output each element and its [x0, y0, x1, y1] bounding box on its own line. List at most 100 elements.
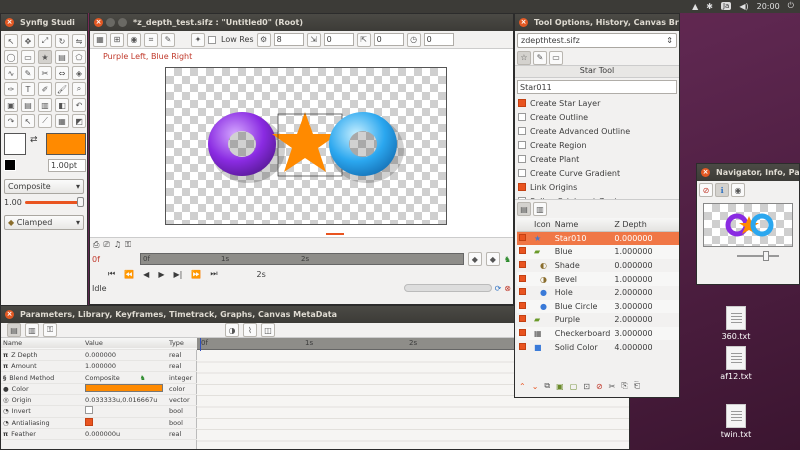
save-icon[interactable]: ▥ — [38, 98, 52, 112]
group-layer-icon[interactable]: ▣ — [556, 382, 564, 391]
param-row[interactable]: π Amount 1.000000 real — [1, 360, 197, 373]
brush-tool-icon[interactable]: 🖌 — [55, 82, 69, 96]
play-icon[interactable]: ▶ — [158, 270, 164, 279]
layer-visibility-checkbox[interactable] — [519, 301, 526, 309]
layer-row[interactable]: ▦ Checkerboard 3.000000 — [517, 326, 679, 341]
encapsulate-icon[interactable]: ⊡ — [583, 382, 590, 391]
slider-handle[interactable] — [77, 197, 84, 207]
option-checkbox[interactable] — [518, 169, 526, 177]
option-checkbox[interactable] — [518, 127, 526, 135]
cut-icon[interactable]: ✂ — [609, 382, 616, 391]
layer-visibility-checkbox[interactable] — [519, 288, 526, 296]
open-icon[interactable]: ▤ — [21, 98, 35, 112]
input-method-indicator[interactable]: Ja — [720, 2, 732, 10]
fill-color-swatch[interactable] — [46, 133, 86, 155]
param-row[interactable]: π Feather 0.000000u real — [1, 428, 197, 441]
tool-option[interactable]: Create Advanced Outline — [518, 124, 679, 138]
polygon-tool-icon[interactable]: ⬠ — [72, 50, 86, 64]
layer-visibility-checkbox[interactable] — [519, 329, 526, 337]
fps-icon[interactable]: ◷ — [406, 32, 421, 47]
param-row[interactable]: § Blend Method Composite ♞ integer — [1, 371, 197, 384]
end-time[interactable]: 2s — [257, 270, 266, 279]
keyframe-lock-icon[interactable]: ⚿ — [125, 240, 131, 250]
tab-layers-icon[interactable]: ▤ — [517, 202, 531, 216]
stop-icon[interactable]: ⊗ — [504, 284, 511, 293]
navigator-preview[interactable] — [703, 203, 793, 247]
canvas-file-select[interactable]: zdepthtest.sifz ⇕ — [517, 33, 677, 48]
rotate-tool-icon[interactable]: ↻ — [55, 34, 69, 48]
next-keyframe-icon[interactable]: ⏩ — [191, 270, 201, 279]
x-offset-icon[interactable]: ⇲ — [306, 32, 321, 47]
bluetooth-icon[interactable]: ✱ — [706, 2, 713, 11]
layer-visibility-checkbox[interactable] — [519, 342, 526, 350]
preview-tool-icon[interactable]: ◩ — [72, 114, 86, 128]
param-row[interactable]: ◔ Antialiasing bool — [1, 417, 197, 429]
animation-mode-icon[interactable]: ♞ — [504, 255, 511, 264]
close-icon[interactable]: × — [5, 18, 14, 27]
layer-name-field[interactable]: Star011 — [517, 80, 677, 94]
blend-method-select[interactable]: Composite ▾ — [4, 179, 84, 194]
param-value[interactable]: 1.000000 — [83, 360, 167, 373]
param-value[interactable] — [83, 405, 167, 418]
layer-visibility-checkbox[interactable] — [519, 234, 526, 242]
reset-colors-icon[interactable] — [4, 159, 16, 171]
y-offset-icon[interactable]: ⇱ — [356, 32, 371, 47]
mirror-tool-icon[interactable]: ⇋ — [72, 34, 86, 48]
delete-layer-icon[interactable]: ⊘ — [596, 382, 603, 391]
outline-color-swatch[interactable] — [4, 133, 26, 155]
param-value[interactable] — [83, 417, 167, 429]
zoom-field[interactable]: 0 — [423, 33, 454, 46]
y-offset-field[interactable]: 0 — [373, 33, 404, 46]
tool-options-titlebar[interactable]: × Tool Options, History, Canvas Bro — [515, 14, 679, 31]
clock[interactable]: 20:00 — [757, 2, 780, 11]
tab-canvas-browser-icon[interactable]: ▭ — [549, 50, 563, 65]
tool-option[interactable]: Create Star Layer — [518, 96, 679, 110]
param-checkbox[interactable] — [85, 417, 93, 426]
tab-info-icon[interactable]: ℹ — [715, 183, 729, 197]
close-icon[interactable]: × — [5, 310, 14, 319]
canvas-divider-handle[interactable] — [326, 233, 344, 235]
param-value[interactable]: 0.000000u — [83, 428, 167, 441]
layer-row[interactable]: ● Hole 2.000000 — [517, 286, 679, 300]
amount-slider[interactable] — [24, 197, 84, 207]
param-row[interactable]: ◔ Invert bool — [1, 405, 197, 418]
desktop-file[interactable]: twin.txt — [706, 404, 766, 439]
param-row[interactable]: ◎ Origin 0.033333u,0.016667u vector — [1, 394, 197, 407]
close-icon[interactable]: × — [519, 18, 528, 27]
layer-row[interactable]: ◑ Bevel 1.000000 — [517, 272, 679, 286]
maximize-icon[interactable] — [118, 18, 127, 27]
time-slider[interactable]: 0f 1s 2s — [140, 253, 464, 265]
slider-handle[interactable] — [763, 251, 769, 261]
spline-tool-icon[interactable]: ∿ — [4, 66, 18, 80]
tab-tool-options-icon[interactable]: ☆ — [517, 50, 531, 65]
refresh-icon[interactable]: ⟳ — [495, 284, 502, 293]
layer-row[interactable]: ★ Star010 0.000000 — [517, 231, 679, 246]
gradient-tool-icon[interactable]: ▤ — [55, 50, 69, 64]
onion-skin-icon[interactable]: ◉ — [127, 32, 141, 47]
option-checkbox[interactable] — [518, 99, 526, 107]
option-checkbox[interactable] — [518, 141, 526, 149]
duplicate-layer-icon[interactable]: ⧉ — [544, 381, 550, 391]
width-field[interactable]: 1.00pt — [48, 159, 86, 172]
canvas-frame[interactable] — [165, 67, 447, 225]
fill-tool-icon[interactable]: ◈ — [72, 66, 86, 80]
option-checkbox[interactable] — [518, 155, 526, 163]
transform-tool-icon[interactable]: ↖ — [4, 34, 18, 48]
tab-sets-icon[interactable]: ▥ — [533, 202, 547, 216]
current-time[interactable]: 0f — [92, 255, 136, 264]
param-row[interactable]: ● Color color — [1, 383, 197, 395]
option-checkbox[interactable] — [518, 113, 526, 121]
interpolation-select[interactable]: ◆ Clamped ▾ — [4, 215, 84, 230]
seek-end-icon[interactable]: ⏭ — [210, 269, 217, 279]
layer-visibility-checkbox[interactable] — [519, 274, 526, 282]
tab-library-icon[interactable]: ▥ — [25, 323, 39, 337]
paste-icon[interactable]: ⎗ — [634, 381, 640, 391]
keyframe-future-icon[interactable]: ◆ — [485, 252, 500, 266]
x-offset-field[interactable]: 0 — [323, 33, 354, 46]
option-checkbox[interactable] — [518, 183, 526, 191]
tool-option[interactable]: Create Plant — [518, 152, 679, 166]
draw-tool-icon[interactable]: ✎ — [21, 66, 35, 80]
eyedropper-tool-icon[interactable]: ✑ — [4, 82, 18, 96]
param-value[interactable]: 0.000000 — [83, 349, 167, 362]
layer-visibility-checkbox[interactable] — [519, 315, 526, 323]
